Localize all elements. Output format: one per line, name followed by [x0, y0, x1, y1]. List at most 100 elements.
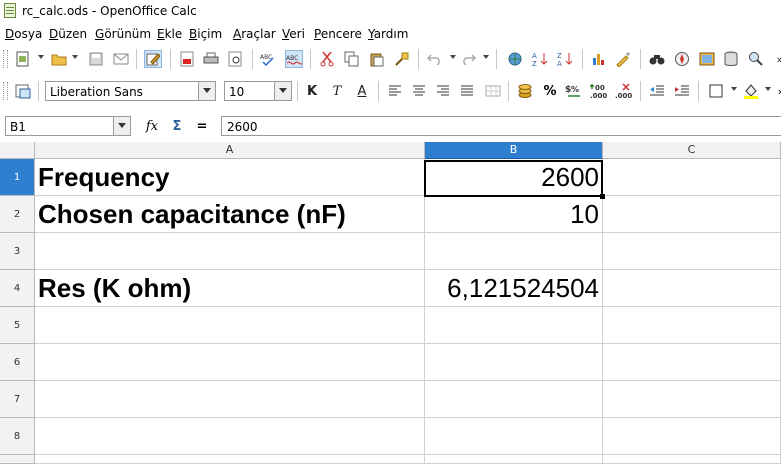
gallery-icon[interactable] [698, 50, 716, 68]
borders-dropdown-arrow-icon[interactable] [731, 87, 737, 91]
cell-a2[interactable]: Chosen capacitance (nF) [35, 196, 425, 233]
italic-button[interactable]: T [328, 82, 346, 100]
column-header-a[interactable]: A [35, 142, 425, 159]
row-header-1[interactable]: 1 [0, 159, 35, 196]
percent-format-button[interactable]: % [541, 82, 559, 100]
hyperlink-icon[interactable] [506, 50, 524, 68]
row-header-5[interactable]: 5 [0, 307, 35, 344]
row-header-3[interactable]: 3 [0, 233, 35, 270]
draw-functions-icon[interactable] [614, 50, 632, 68]
row-header-9[interactable] [0, 455, 35, 464]
menu-pencere[interactable]: Pencere [314, 27, 362, 41]
chevron-down-icon[interactable] [113, 117, 130, 135]
menu-ekle[interactable]: Ekle [157, 27, 182, 41]
cut-icon[interactable] [318, 50, 336, 68]
select-all-corner[interactable] [0, 142, 35, 159]
menu-bicim[interactable]: Biçim [189, 27, 222, 41]
cell-c5[interactable] [603, 307, 781, 344]
menu-dosya[interactable]: Dosya [5, 27, 42, 41]
cell-b6[interactable] [425, 344, 603, 381]
autospellcheck-icon[interactable]: ABC [285, 50, 303, 68]
menu-duzen[interactable]: Düzen [49, 27, 87, 41]
align-center-icon[interactable] [410, 82, 428, 100]
new-document-icon[interactable] [14, 50, 32, 68]
undo-dropdown-arrow-icon[interactable] [450, 55, 456, 59]
decrease-indent-icon[interactable] [648, 82, 666, 100]
toolbar-overflow-icon[interactable]: » [771, 50, 781, 68]
align-left-icon[interactable] [386, 82, 404, 100]
chevron-down-icon[interactable] [274, 82, 291, 100]
cell-c8[interactable] [603, 418, 781, 455]
chevron-down-icon[interactable] [198, 82, 215, 100]
cell-a7[interactable] [35, 381, 425, 418]
redo-icon[interactable] [459, 50, 477, 68]
open-folder-icon[interactable] [50, 50, 68, 68]
formula-input[interactable]: 2600 [221, 116, 781, 136]
cell-c1[interactable] [603, 159, 781, 196]
cell-b4[interactable]: 6,121524504 [425, 270, 603, 307]
cell-c2[interactable] [603, 196, 781, 233]
chart-icon[interactable] [590, 50, 608, 68]
cell-c4[interactable] [603, 270, 781, 307]
background-color-icon[interactable] [742, 82, 760, 100]
function-wizard-icon[interactable]: 𝑓x [143, 117, 161, 135]
sum-icon[interactable]: Σ [168, 117, 186, 135]
undo-icon[interactable] [426, 50, 444, 68]
export-pdf-icon[interactable] [178, 50, 196, 68]
cell-b2[interactable]: 10 [425, 196, 603, 233]
cell-b9[interactable] [425, 455, 603, 464]
menu-gorunum[interactable]: Görünüm [95, 27, 151, 41]
menu-veri[interactable]: Veri [282, 27, 305, 41]
new-dropdown-arrow-icon[interactable] [38, 55, 44, 59]
styles-formatting-icon[interactable] [14, 82, 32, 100]
row-header-4[interactable]: 4 [0, 270, 35, 307]
cell-c6[interactable] [603, 344, 781, 381]
bold-button[interactable]: K [303, 82, 321, 100]
menu-yardim[interactable]: Yardım [368, 27, 408, 41]
zoom-icon[interactable] [747, 50, 765, 68]
align-right-icon[interactable] [434, 82, 452, 100]
cell-a8[interactable] [35, 418, 425, 455]
column-header-b[interactable]: B [425, 142, 603, 159]
borders-icon[interactable] [707, 82, 725, 100]
justify-icon[interactable] [458, 82, 476, 100]
increase-indent-icon[interactable] [673, 82, 691, 100]
cell-b3[interactable] [425, 233, 603, 270]
cell-a1[interactable]: Frequency [35, 159, 425, 196]
background-color-dropdown-arrow-icon[interactable] [765, 87, 771, 91]
currency-format-icon[interactable] [516, 82, 534, 100]
column-header-c[interactable]: C [603, 142, 781, 159]
cell-a3[interactable] [35, 233, 425, 270]
cell-b5[interactable] [425, 307, 603, 344]
edit-mode-icon[interactable] [144, 50, 162, 68]
find-replace-icon[interactable] [648, 50, 666, 68]
name-box[interactable]: B1 [5, 116, 131, 136]
add-decimal-place-icon[interactable]: 00.000 [590, 82, 608, 100]
cell-a5[interactable] [35, 307, 425, 344]
sort-descending-icon[interactable]: ZA [556, 50, 574, 68]
toolbar-grip[interactable] [3, 50, 8, 68]
row-header-8[interactable]: 8 [0, 418, 35, 455]
menu-araclar[interactable]: Araçlar [233, 27, 276, 41]
copy-icon[interactable] [343, 50, 361, 68]
font-name-combobox[interactable]: Liberation Sans [45, 81, 216, 101]
open-dropdown-arrow-icon[interactable] [72, 55, 78, 59]
row-header-6[interactable]: 6 [0, 344, 35, 381]
cell-c7[interactable] [603, 381, 781, 418]
cell-b1[interactable]: 2600 [425, 159, 603, 196]
sort-ascending-icon[interactable]: AZ [531, 50, 549, 68]
page-preview-icon[interactable] [226, 50, 244, 68]
row-header-7[interactable]: 7 [0, 381, 35, 418]
cell-c3[interactable] [603, 233, 781, 270]
equals-icon[interactable]: = [193, 117, 211, 135]
print-icon[interactable] [202, 50, 220, 68]
cell-c9[interactable] [603, 455, 781, 464]
cell-a6[interactable] [35, 344, 425, 381]
paste-icon[interactable] [368, 50, 386, 68]
save-icon[interactable] [87, 50, 105, 68]
email-icon[interactable] [112, 50, 130, 68]
delete-decimal-place-icon[interactable]: .000 [615, 82, 633, 100]
cell-b8[interactable] [425, 418, 603, 455]
cell-b7[interactable] [425, 381, 603, 418]
cell-a9[interactable] [35, 455, 425, 464]
